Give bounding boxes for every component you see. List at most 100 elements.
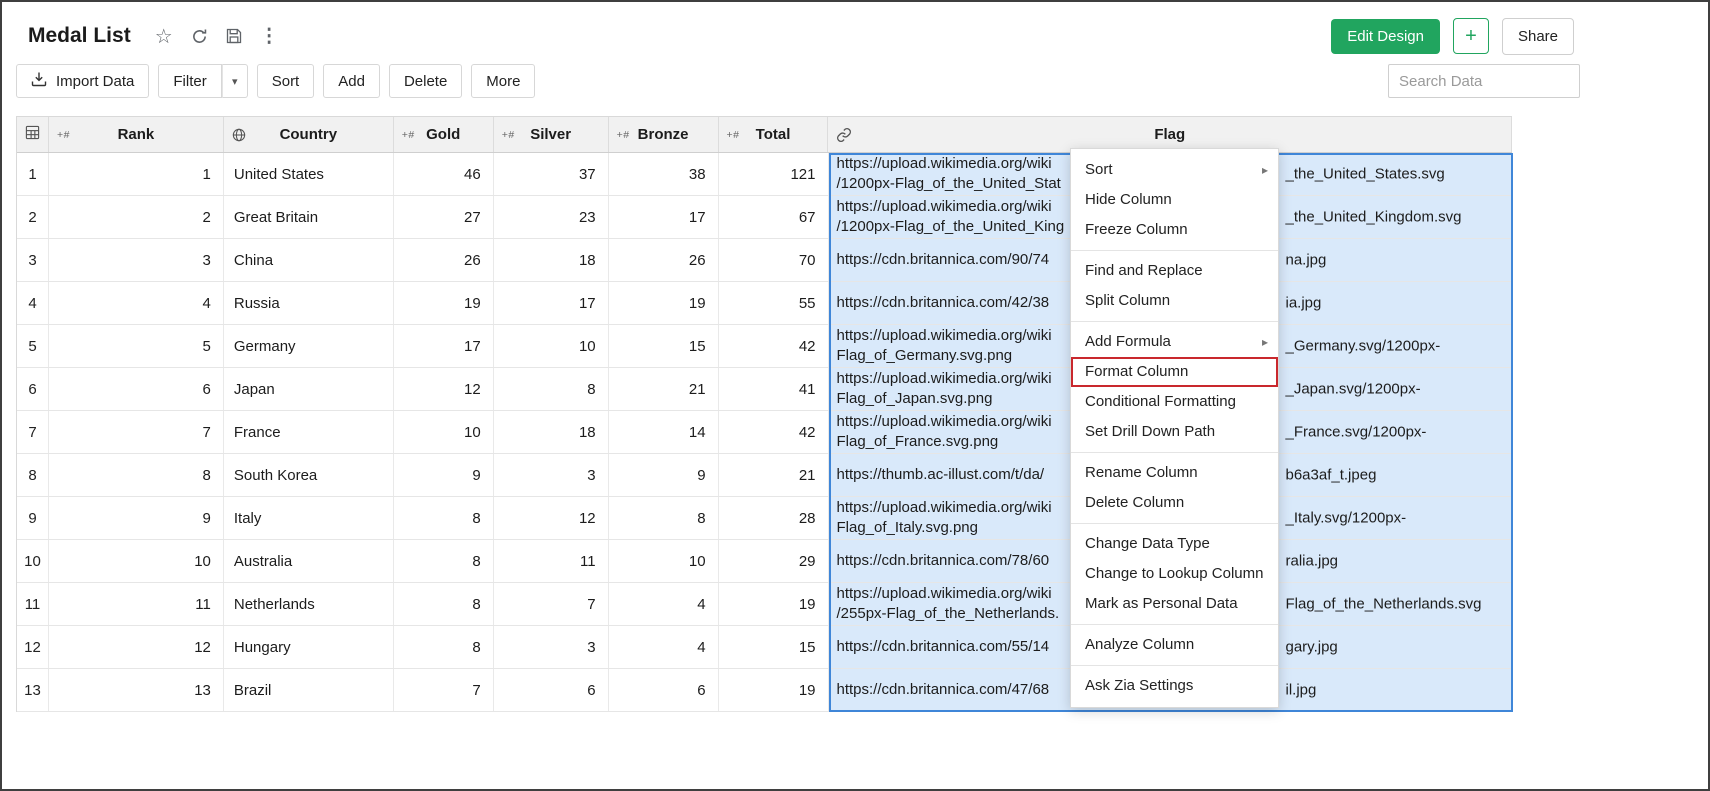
cell-total[interactable]: 42: [719, 325, 829, 367]
cell-country[interactable]: United States: [224, 153, 394, 195]
cell-country[interactable]: Japan: [224, 368, 394, 410]
cell-total[interactable]: 29: [719, 540, 829, 582]
column-header-country[interactable]: Country: [224, 117, 394, 152]
cell-country[interactable]: Great Britain: [224, 196, 394, 238]
cell-bronze[interactable]: 26: [609, 239, 719, 281]
cell-rank[interactable]: 13: [49, 669, 224, 711]
column-header-silver[interactable]: +#Silver: [494, 117, 609, 152]
cell-total[interactable]: 15: [719, 626, 829, 668]
cell-rank[interactable]: 11: [49, 583, 224, 625]
cell-total[interactable]: 121: [719, 153, 829, 195]
add-button[interactable]: Add: [323, 64, 380, 98]
menu-item-split-column[interactable]: Split Column: [1071, 286, 1278, 316]
cell-silver[interactable]: 23: [494, 196, 609, 238]
cell-total[interactable]: 55: [719, 282, 829, 324]
cell-total[interactable]: 21: [719, 454, 829, 496]
cell-silver[interactable]: 10: [494, 325, 609, 367]
menu-item-add-formula[interactable]: Add Formula▸: [1071, 327, 1278, 357]
cell-bronze[interactable]: 21: [609, 368, 719, 410]
cell-country[interactable]: Netherlands: [224, 583, 394, 625]
cell-silver[interactable]: 11: [494, 540, 609, 582]
save-icon[interactable]: [226, 28, 242, 44]
cell-bronze[interactable]: 4: [609, 626, 719, 668]
cell-total[interactable]: 19: [719, 583, 829, 625]
cell-rank[interactable]: 6: [49, 368, 224, 410]
cell-country[interactable]: South Korea: [224, 454, 394, 496]
menu-item-find-and-replace[interactable]: Find and Replace: [1071, 256, 1278, 286]
cell-silver[interactable]: 12: [494, 497, 609, 539]
menu-item-rename-column[interactable]: Rename Column: [1071, 458, 1278, 488]
row-number[interactable]: 2: [17, 196, 49, 238]
cell-gold[interactable]: 17: [394, 325, 494, 367]
cell-country[interactable]: Hungary: [224, 626, 394, 668]
cell-total[interactable]: 19: [719, 669, 829, 711]
column-header-total[interactable]: +#Total: [719, 117, 829, 152]
share-button[interactable]: Share: [1502, 18, 1574, 55]
cell-gold[interactable]: 8: [394, 540, 494, 582]
cell-bronze[interactable]: 15: [609, 325, 719, 367]
row-number[interactable]: 5: [17, 325, 49, 367]
menu-item-conditional-formatting[interactable]: Conditional Formatting: [1071, 387, 1278, 417]
filter-button[interactable]: Filter: [158, 64, 221, 98]
cell-bronze[interactable]: 38: [609, 153, 719, 195]
cell-gold[interactable]: 8: [394, 583, 494, 625]
cell-bronze[interactable]: 4: [609, 583, 719, 625]
row-number[interactable]: 1: [17, 153, 49, 195]
cell-bronze[interactable]: 8: [609, 497, 719, 539]
row-number[interactable]: 6: [17, 368, 49, 410]
cell-country[interactable]: Russia: [224, 282, 394, 324]
cell-rank[interactable]: 12: [49, 626, 224, 668]
cell-country[interactable]: Australia: [224, 540, 394, 582]
cell-gold[interactable]: 8: [394, 626, 494, 668]
cell-country[interactable]: Germany: [224, 325, 394, 367]
cell-country[interactable]: France: [224, 411, 394, 453]
row-number[interactable]: 9: [17, 497, 49, 539]
cell-gold[interactable]: 10: [394, 411, 494, 453]
cell-silver[interactable]: 3: [494, 454, 609, 496]
menu-item-change-to-lookup-column[interactable]: Change to Lookup Column: [1071, 559, 1278, 589]
filter-dropdown-caret-icon[interactable]: ▾: [222, 64, 248, 98]
cell-total[interactable]: 70: [719, 239, 829, 281]
row-number[interactable]: 3: [17, 239, 49, 281]
cell-silver[interactable]: 18: [494, 411, 609, 453]
cell-gold[interactable]: 7: [394, 669, 494, 711]
cell-rank[interactable]: 10: [49, 540, 224, 582]
import-data-button[interactable]: Import Data: [16, 64, 149, 98]
cell-gold[interactable]: 8: [394, 497, 494, 539]
cell-rank[interactable]: 1: [49, 153, 224, 195]
cell-rank[interactable]: 9: [49, 497, 224, 539]
more-button[interactable]: More: [471, 64, 535, 98]
search-input[interactable]: [1388, 64, 1580, 98]
menu-item-freeze-column[interactable]: Freeze Column: [1071, 215, 1278, 245]
cell-silver[interactable]: 18: [494, 239, 609, 281]
cell-silver[interactable]: 6: [494, 669, 609, 711]
column-header-rank[interactable]: +#Rank: [49, 117, 224, 152]
cell-rank[interactable]: 4: [49, 282, 224, 324]
row-number[interactable]: 10: [17, 540, 49, 582]
cell-bronze[interactable]: 6: [609, 669, 719, 711]
favorite-star-icon[interactable]: ☆: [155, 24, 173, 49]
cell-rank[interactable]: 2: [49, 196, 224, 238]
cell-gold[interactable]: 46: [394, 153, 494, 195]
menu-item-change-data-type[interactable]: Change Data Type: [1071, 529, 1278, 559]
cell-total[interactable]: 28: [719, 497, 829, 539]
row-number[interactable]: 7: [17, 411, 49, 453]
cell-rank[interactable]: 8: [49, 454, 224, 496]
menu-item-mark-as-personal-data[interactable]: Mark as Personal Data: [1071, 589, 1278, 619]
edit-design-button[interactable]: Edit Design: [1331, 19, 1440, 54]
cell-silver[interactable]: 7: [494, 583, 609, 625]
column-header-bronze[interactable]: +#Bronze: [609, 117, 719, 152]
row-number[interactable]: 4: [17, 282, 49, 324]
cell-total[interactable]: 41: [719, 368, 829, 410]
cell-bronze[interactable]: 17: [609, 196, 719, 238]
cell-bronze[interactable]: 19: [609, 282, 719, 324]
cell-silver[interactable]: 37: [494, 153, 609, 195]
more-options-kebab-icon[interactable]: ⋮: [260, 25, 279, 48]
cell-total[interactable]: 67: [719, 196, 829, 238]
column-header-flag[interactable]: Flag: [828, 117, 1512, 152]
cell-rank[interactable]: 3: [49, 239, 224, 281]
row-number[interactable]: 13: [17, 669, 49, 711]
cell-bronze[interactable]: 14: [609, 411, 719, 453]
menu-item-set-drill-down-path[interactable]: Set Drill Down Path: [1071, 417, 1278, 447]
cell-gold[interactable]: 19: [394, 282, 494, 324]
